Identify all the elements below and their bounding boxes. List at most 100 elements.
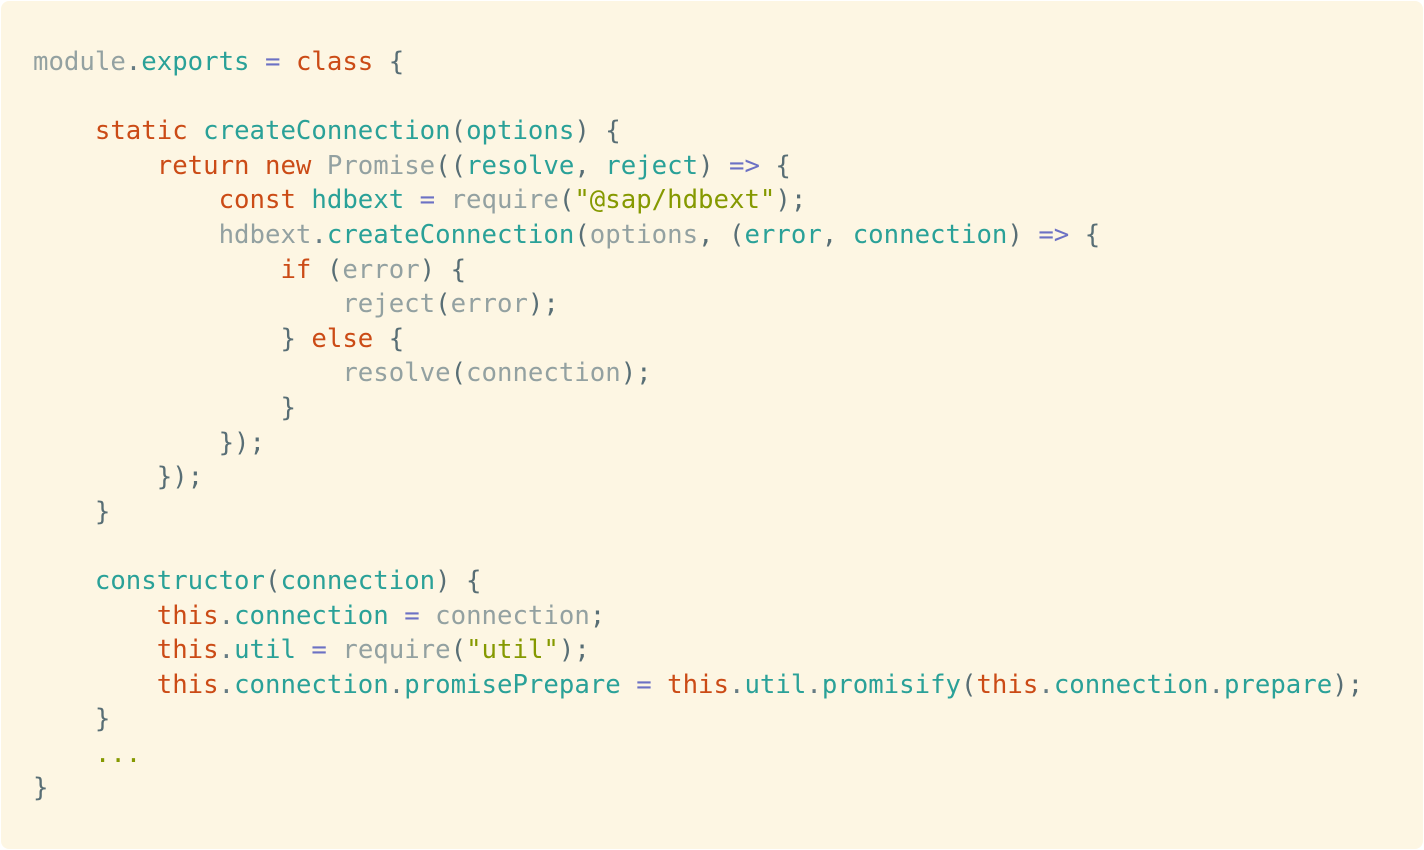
code-token: "@sap/hdbext" [574,185,776,216]
code-token: => [1038,219,1070,250]
code-token: else [311,323,374,354]
code-token: , [821,219,853,250]
code-token: . [1208,669,1224,700]
code-token: connection [435,600,590,631]
code-token: ) { [435,565,482,596]
code-token: util [234,635,296,666]
code-line: static createConnection(options) { [33,114,1363,149]
code-token: { [1069,219,1101,250]
code-line: } [33,771,1363,806]
code-token: reject [342,289,436,320]
code-token: options [466,116,575,147]
code-token: this [667,669,729,700]
code-token: module [33,47,126,77]
code-token: this [156,669,219,700]
code-token: hdbext [311,185,405,216]
code-token: connection [1053,669,1209,700]
code-token: , [574,150,606,181]
code-token: ); [558,635,590,666]
code-token: ( [450,635,467,666]
code-token: reject [605,150,699,181]
code-token: ( [961,669,977,700]
code-token: = [311,635,327,666]
code-token: createConnection [326,219,575,250]
code-token: } [280,392,296,423]
code-token: class [295,47,374,77]
code-line: } [33,702,1363,737]
code-line: }); [33,460,1363,495]
code-token: createConnection [203,116,451,147]
code-token: = [265,47,281,77]
code-token: const [218,185,296,216]
code-token: constructor [94,565,265,596]
code-token: ); [1332,669,1364,700]
code-line: module.exports = class { [33,45,1363,80]
code-token: } [280,323,296,354]
code-token: . [1038,669,1054,700]
code-token: ... [94,738,142,769]
code-token: { [373,47,405,77]
code-token: connection [466,358,621,389]
code-token: resolve [466,150,575,181]
code-token: resolve [342,358,451,389]
code-token: = [636,669,652,700]
code-line: }); [33,426,1363,461]
code-token: hdbext [218,219,312,250]
code-token: promisify [821,669,961,700]
code-token: ( [450,116,467,147]
code-line: hdbext.createConnection(options, (error,… [33,218,1363,253]
code-token: ) [1007,219,1039,250]
code-token: { [373,323,405,354]
code-token: error [342,254,420,285]
code-line: resolve(connection); [33,356,1363,391]
code-token: ); [775,185,807,216]
code-token: "util" [466,635,559,666]
code-token: require [450,185,559,216]
code-token: , ( [698,219,745,250]
code-token: ; [589,600,606,631]
code-token: ) { [419,254,467,285]
code-line: } [33,495,1363,530]
code-token: util [744,669,807,700]
code-token: => [729,150,760,181]
code-token: this [976,669,1039,700]
code-token: this [156,635,219,666]
code-token: this [156,600,219,631]
code-token: ); [620,358,652,389]
code-token: error [450,289,528,320]
code-token: ( [450,358,467,389]
code-token: prepare [1223,669,1333,700]
code-line: const hdbext = require("@sap/hdbext"); [33,183,1363,218]
code-token: Promise [326,150,436,181]
code-snippet-panel: module.exports = class { static createCo… [1,1,1423,849]
code-token: connection [234,669,389,700]
code-token: }); [156,462,204,493]
code-token: ( [435,289,451,320]
code-token: ); [527,289,559,320]
code-token: } [94,496,111,527]
